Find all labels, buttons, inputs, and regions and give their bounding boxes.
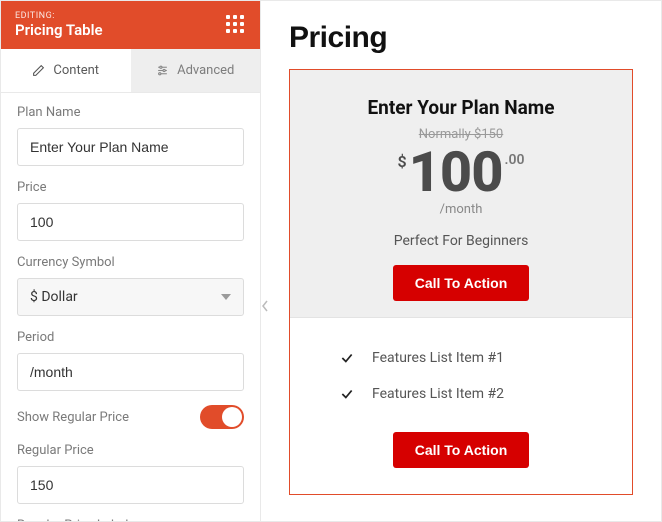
show-regular-label: Show Regular Price [17, 410, 129, 425]
pricing-card-body: Features List Item #1 Features List Item… [290, 318, 632, 494]
check-icon [340, 351, 354, 365]
editor-tabs: Content Advanced [1, 49, 260, 93]
tab-advanced[interactable]: Advanced [131, 49, 261, 92]
widget-title: Pricing Table [15, 21, 103, 39]
card-description: Perfect For Beginners [310, 233, 612, 249]
toggle-knob [222, 407, 242, 427]
card-plan-name: Enter Your Plan Name [310, 96, 612, 119]
card-decimals: .00 [505, 152, 525, 168]
price-input[interactable] [17, 203, 244, 241]
period-label: Period [17, 330, 244, 345]
check-icon [340, 387, 354, 401]
plan-name-input[interactable] [17, 128, 244, 166]
regular-price-label: Regular Price [17, 443, 244, 458]
editing-label: EDITING: [15, 11, 103, 21]
regular-price-label-label: Regular Price Label [17, 518, 244, 521]
tab-content-label: Content [53, 63, 99, 78]
preview-pane: Pricing Enter Your Plan Name Normally $1… [261, 1, 661, 521]
currency-value: $ Dollar [30, 289, 78, 305]
pricing-card: Enter Your Plan Name Normally $150 $ 100… [289, 69, 633, 495]
tab-content[interactable]: Content [1, 49, 131, 92]
page-title: Pricing [289, 21, 633, 55]
tab-advanced-label: Advanced [177, 63, 234, 78]
card-price-row: $ 100 .00 [310, 144, 612, 200]
sliders-icon [156, 64, 169, 77]
currency-select[interactable]: $ Dollar [17, 278, 244, 316]
card-price: 100 [409, 144, 503, 200]
card-period: /month [310, 202, 612, 217]
feature-item: Features List Item #2 [320, 376, 602, 412]
plan-name-label: Plan Name [17, 105, 244, 120]
card-currency: $ [397, 152, 406, 171]
feature-item: Features List Item #1 [320, 340, 602, 376]
apps-grid-icon[interactable] [226, 15, 246, 35]
sidebar-header: EDITING: Pricing Table [1, 1, 260, 49]
show-regular-toggle[interactable] [200, 405, 244, 429]
feature-text: Features List Item #2 [372, 386, 504, 402]
regular-price-input[interactable] [17, 466, 244, 504]
cta-button-bottom[interactable]: Call To Action [393, 432, 530, 468]
editor-sidebar: EDITING: Pricing Table Content Advanced [1, 1, 261, 521]
cta-button-top[interactable]: Call To Action [393, 265, 530, 301]
feature-text: Features List Item #1 [372, 350, 504, 366]
chevron-down-icon [221, 294, 231, 300]
price-label: Price [17, 180, 244, 195]
pencil-icon [32, 64, 45, 77]
editor-form: Plan Name Price Currency Symbol $ Dollar… [1, 93, 260, 521]
pricing-card-header: Enter Your Plan Name Normally $150 $ 100… [290, 70, 632, 318]
sidebar-collapse-handle[interactable] [260, 291, 270, 321]
period-input[interactable] [17, 353, 244, 391]
currency-label: Currency Symbol [17, 255, 244, 270]
